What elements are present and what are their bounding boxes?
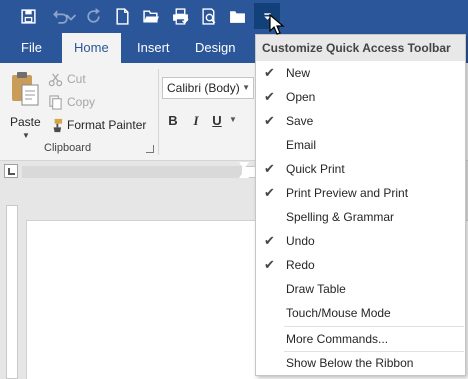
menu-item-draw-table[interactable]: Draw Table bbox=[256, 277, 465, 301]
chevron-down-icon[interactable]: ▼ bbox=[22, 131, 30, 140]
font-name-select[interactable]: Calibri (Body) ▼ bbox=[162, 77, 254, 99]
menu-item-show-below-ribbon[interactable]: Show Below the Ribbon bbox=[256, 351, 465, 375]
tab-file[interactable]: File bbox=[9, 33, 54, 63]
tab-insert[interactable]: Insert bbox=[125, 33, 182, 63]
menu-item-email[interactable]: Email bbox=[256, 133, 465, 157]
print-preview-button[interactable] bbox=[196, 3, 222, 29]
menu-item-label: Redo bbox=[286, 258, 315, 272]
chevron-down-icon: ▼ bbox=[242, 83, 250, 92]
check-icon: ✔ bbox=[264, 185, 275, 200]
check-icon: ✔ bbox=[264, 161, 275, 176]
open-button[interactable] bbox=[138, 3, 164, 29]
menu-item-label: Quick Print bbox=[286, 162, 345, 176]
paste-icon bbox=[12, 72, 39, 106]
copy-label: Copy bbox=[67, 95, 96, 109]
hanging-indent-marker[interactable] bbox=[239, 171, 249, 178]
first-line-indent-marker[interactable] bbox=[239, 162, 249, 169]
menu-item-label: Show Below the Ribbon bbox=[286, 356, 414, 370]
redo-button[interactable] bbox=[80, 3, 106, 29]
check-icon: ✔ bbox=[264, 89, 275, 104]
folder-button[interactable] bbox=[224, 3, 250, 29]
menu-item-new[interactable]: ✔ New bbox=[256, 61, 465, 85]
clipboard-group-label: Clipboard bbox=[44, 142, 92, 154]
menu-item-print-preview[interactable]: ✔ Print Preview and Print bbox=[256, 181, 465, 205]
quick-print-button[interactable] bbox=[167, 3, 193, 29]
clipboard-launcher-icon[interactable] bbox=[146, 145, 154, 153]
new-document-button[interactable] bbox=[109, 3, 135, 29]
check-icon: ✔ bbox=[264, 65, 275, 80]
save-button[interactable] bbox=[15, 3, 41, 29]
folder-icon bbox=[229, 10, 245, 23]
menu-item-undo[interactable]: ✔ Undo bbox=[256, 229, 465, 253]
menu-item-save[interactable]: ✔ Save bbox=[256, 109, 465, 133]
chevron-down-icon bbox=[65, 13, 77, 21]
check-icon: ✔ bbox=[264, 257, 275, 272]
menu-item-label: Email bbox=[286, 138, 317, 152]
redo-icon bbox=[86, 7, 100, 23]
italic-button[interactable]: I bbox=[187, 111, 205, 131]
menu-item-more-commands[interactable]: More Commands... bbox=[256, 327, 465, 351]
mouse-cursor-icon bbox=[269, 14, 285, 35]
menu-item-label: Draw Table bbox=[286, 282, 346, 296]
tab-design[interactable]: Design bbox=[183, 33, 247, 63]
group-divider bbox=[158, 69, 159, 155]
menu-item-redo[interactable]: ✔ Redo bbox=[256, 253, 465, 277]
cut-label: Cut bbox=[67, 72, 86, 86]
paste-button[interactable]: Paste ▼ bbox=[8, 71, 44, 141]
save-icon bbox=[20, 8, 36, 24]
ruler-margin bbox=[22, 166, 242, 178]
print-icon bbox=[172, 7, 189, 25]
vertical-ruler[interactable] bbox=[6, 205, 18, 379]
menu-item-label: Open bbox=[286, 90, 316, 104]
new-document-icon bbox=[115, 7, 129, 25]
underline-button[interactable]: U bbox=[208, 111, 226, 131]
cut-button[interactable]: Cut bbox=[48, 69, 86, 89]
check-icon: ✔ bbox=[264, 113, 275, 128]
menu-item-label: More Commands... bbox=[286, 332, 389, 346]
format-painter-label: Format Painter bbox=[67, 118, 147, 132]
underline-options-caret[interactable]: ▼ bbox=[229, 115, 237, 124]
tab-home[interactable]: Home bbox=[62, 33, 121, 63]
menu-item-label: Print Preview and Print bbox=[286, 186, 409, 200]
bold-button[interactable]: B bbox=[164, 111, 182, 131]
paintbrush-icon bbox=[53, 118, 63, 132]
quick-access-toolbar bbox=[0, 0, 468, 33]
open-folder-icon bbox=[142, 9, 159, 23]
print-preview-icon bbox=[201, 7, 215, 25]
format-painter-button[interactable]: Format Painter bbox=[48, 115, 146, 135]
menu-item-label: New bbox=[286, 66, 311, 80]
menu-item-label: Spelling & Grammar bbox=[286, 210, 395, 224]
menu-item-label: Touch/Mouse Mode bbox=[286, 306, 391, 320]
menu-item-open[interactable]: ✔ Open bbox=[256, 85, 465, 109]
menu-title: Customize Quick Access Toolbar bbox=[256, 35, 465, 61]
menu-item-quick-print[interactable]: ✔ Quick Print bbox=[256, 157, 465, 181]
font-name-value: Calibri (Body) bbox=[167, 81, 240, 95]
scissors-icon bbox=[48, 73, 63, 86]
undo-caret[interactable] bbox=[65, 3, 77, 29]
copy-icon bbox=[49, 94, 62, 110]
menu-item-label: Save bbox=[286, 114, 314, 128]
menu-item-touch-mouse[interactable]: Touch/Mouse Mode bbox=[256, 301, 465, 325]
menu-item-spelling[interactable]: Spelling & Grammar bbox=[256, 205, 465, 229]
copy-button[interactable]: Copy bbox=[48, 92, 95, 112]
customize-qat-menu: Customize Quick Access Toolbar ✔ New ✔ O… bbox=[255, 34, 466, 376]
tab-stop-selector[interactable] bbox=[4, 164, 18, 178]
check-icon: ✔ bbox=[264, 233, 275, 248]
menu-item-label: Undo bbox=[286, 234, 315, 248]
paste-label: Paste bbox=[10, 115, 41, 129]
